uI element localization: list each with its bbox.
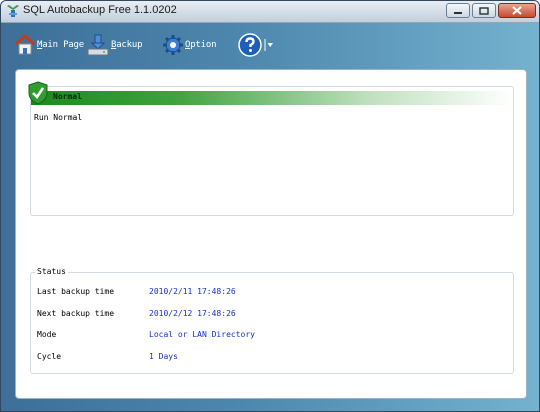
close-icon <box>512 6 522 15</box>
minimize-icon <box>454 11 462 14</box>
window-bottom-strip <box>1 400 539 411</box>
message-body: Run Normal <box>34 113 83 122</box>
maximize-icon <box>479 6 489 15</box>
maximize-button[interactable] <box>472 3 496 18</box>
status-value: Local or LAN Directory <box>149 330 255 339</box>
shield-check-icon <box>28 81 48 105</box>
backup-drive-icon <box>87 34 109 56</box>
dropdown-arrow-icon[interactable] <box>264 38 274 52</box>
close-button[interactable] <box>498 3 536 18</box>
home-icon <box>15 33 35 55</box>
backup-button[interactable]: Backup <box>86 32 143 58</box>
main-content-panel: Normal Run Normal Status Last backup tim… <box>15 69 527 399</box>
title-bar[interactable]: SQL Autobackup Free 1.1.0202 <box>1 1 539 23</box>
backup-label: ackup <box>116 40 143 50</box>
status-label: Next backup time <box>37 309 115 318</box>
message-header: Normal <box>28 81 513 105</box>
option-label: ption <box>190 40 217 50</box>
main-page-button[interactable]: Main Page <box>14 32 84 58</box>
status-value: 2010/2/11 17:48:26 <box>149 287 236 296</box>
main-page-label: ain Page <box>42 40 84 50</box>
help-button[interactable] <box>237 32 274 58</box>
status-value: 2010/2/12 17:48:26 <box>149 309 236 318</box>
minimize-button[interactable] <box>446 3 470 18</box>
option-button[interactable]: Option <box>162 32 217 58</box>
gear-icon <box>163 35 183 55</box>
window-title: SQL Autobackup Free 1.1.0202 <box>23 4 177 16</box>
status-legend: Status <box>35 267 68 276</box>
help-icon <box>238 33 262 57</box>
message-header-text: Normal <box>53 92 82 101</box>
status-value: 1 Days <box>149 352 178 361</box>
status-label: Mode <box>37 330 57 339</box>
app-window: SQL Autobackup Free 1.1.0202 Main Page B… <box>0 0 540 412</box>
status-group: Status Last backup time 2010/2/11 17:48:… <box>30 267 514 374</box>
toolbar: Main Page Backup Option <box>1 22 539 66</box>
status-label: Cycle <box>37 352 62 361</box>
app-logo-icon <box>7 5 19 17</box>
message-panel: Normal Run Normal <box>28 81 514 216</box>
status-label: Last backup time <box>37 287 115 296</box>
